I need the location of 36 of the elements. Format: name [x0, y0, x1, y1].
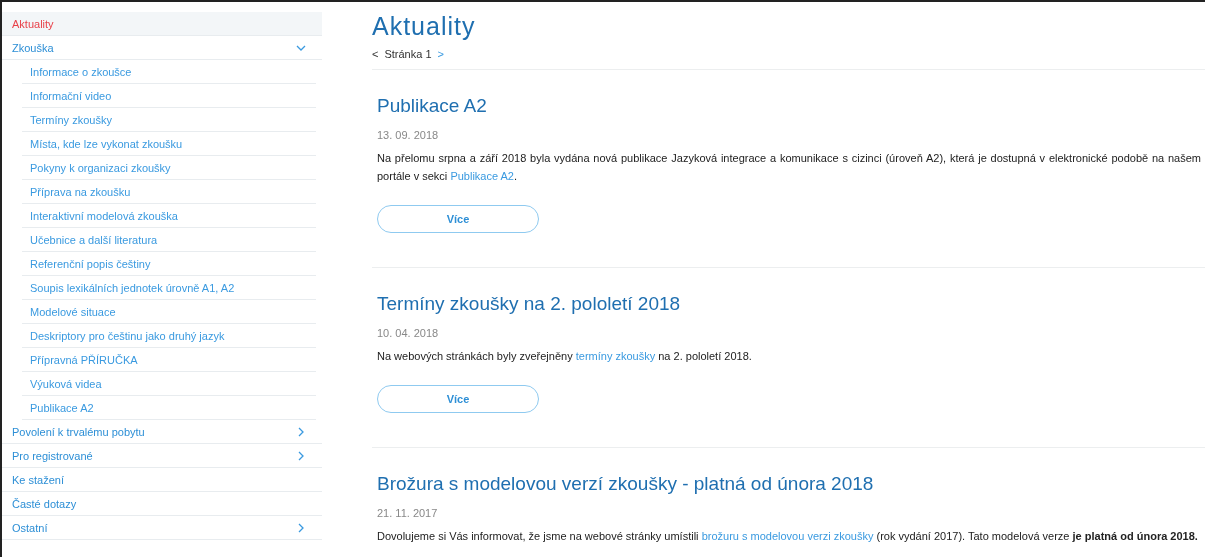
- more-button[interactable]: Více: [377, 205, 539, 233]
- article-text: Dovolujeme si Vás informovat, že jsme na webové stránky umístili brožuru s modelovou verzi zkoušky (rok vydání 2017). Tato modelová verze je platná od února 2018.: [377, 529, 1199, 544]
- article-title[interactable]: Termíny zkoušky na 2. pololetí 2018: [377, 293, 1205, 315]
- page-title: Aktuality: [372, 12, 477, 41]
- sidebar-subitem[interactable]: Učebnice a další literatura: [22, 228, 316, 252]
- sidebar-subitem[interactable]: Informační video: [22, 84, 316, 108]
- sidebar-subitem[interactable]: Modelové situace: [22, 300, 316, 324]
- article-link[interactable]: termíny zkoušky: [575, 350, 656, 362]
- previous-page-link[interactable]: <: [372, 48, 379, 60]
- article-date: 10. 04. 2018: [377, 327, 440, 339]
- sidebar-subitem[interactable]: Interaktivní modelová zkouška: [22, 204, 316, 228]
- sidebar-subitem[interactable]: Deskriptory pro češtinu jako druhý jazyk: [22, 324, 316, 348]
- sidebar-subitem[interactable]: Informace o zkoušce: [22, 60, 316, 84]
- article-date: 21. 11. 2017: [377, 507, 439, 519]
- sidebar-subitem[interactable]: Přípravná PŘÍRUČKA: [22, 348, 316, 372]
- sidebar-subitem[interactable]: Příprava na zkoušku: [22, 180, 316, 204]
- sidebar-subitem[interactable]: Soupis lexikálních jednotek úrovně A1, A2: [22, 276, 316, 300]
- sidebar-subitem[interactable]: Pokyny k organizaci zkoušky: [22, 156, 316, 180]
- article-text: Na webových stránkách byly zveřejněny termíny zkoušky na 2. pololetí 2018.: [377, 349, 753, 364]
- article-date: 13. 09. 2018: [377, 129, 440, 141]
- sidebar-subitem[interactable]: Výuková videa: [22, 372, 316, 396]
- article-title[interactable]: Brožura s modelovou verzí zkoušky - platná od února 2018: [377, 473, 1205, 495]
- article-link[interactable]: brožuru s modelovou verzi zkoušky: [701, 530, 874, 542]
- article-link[interactable]: Publikace A2: [450, 170, 514, 182]
- sidebar-subitem[interactable]: Místa, kde lze vykonat zkoušku: [22, 132, 316, 156]
- chevron-right-icon: [296, 426, 306, 437]
- next-page-link[interactable]: >: [437, 48, 444, 60]
- sidebar-subitem[interactable]: Referenční popis češtiny: [22, 252, 316, 276]
- sidebar-item[interactable]: Aktuality: [2, 12, 322, 36]
- article-title[interactable]: Publikace A2: [377, 95, 1205, 117]
- sidebar-subitem[interactable]: Termíny zkoušky: [22, 108, 316, 132]
- more-button[interactable]: Více: [377, 385, 539, 413]
- page-label: Stránka 1: [384, 48, 432, 60]
- article-text: Na přelomu srpna a září 2018 byla vydána nová publikace Jazyková integrace a komunikace s cizinci (úroveň A2), která je dostupná v elektronické podobě na našem portále v sekci Publikace A2.: [377, 151, 1202, 184]
- chevron-right-icon: [296, 522, 306, 533]
- chevron-right-icon: [296, 450, 306, 461]
